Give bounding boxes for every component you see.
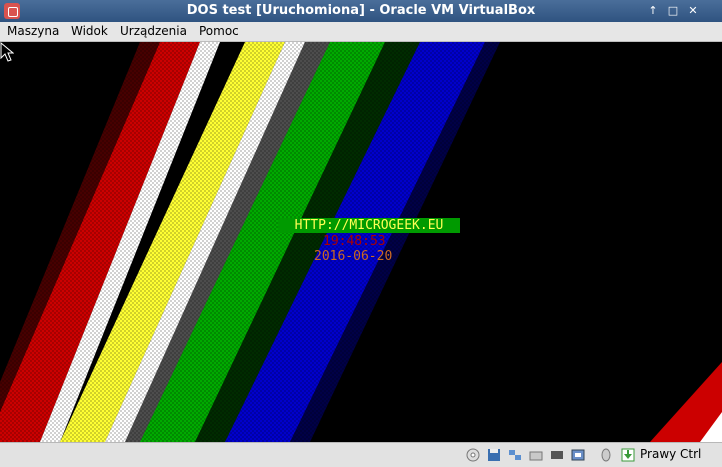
title-bar: DOS test [Uruchomiona] - Oracle VM Virtu… (0, 0, 722, 22)
floppy-icon[interactable] (487, 448, 501, 462)
dos-url-text: HTTP://MICROGEEK.EU (278, 218, 460, 233)
shared-folder-icon[interactable] (529, 448, 543, 462)
status-bar: Prawy Ctrl (0, 442, 722, 467)
close-icon[interactable]: ✕ (686, 4, 700, 18)
dos-date-text: 2016-06-20 (314, 249, 393, 264)
optical-drive-icon[interactable] (466, 448, 480, 462)
mouse-pointer-icon (0, 42, 14, 62)
keyboard-capture-icon[interactable] (621, 448, 635, 462)
menu-urzadzenia[interactable]: Urządzenia (120, 24, 187, 38)
network-icon[interactable] (508, 448, 522, 462)
dos-time-text: 19:48:53 (323, 234, 386, 249)
vm-screen[interactable]: HTTP://MICROGEEK.EU 19:48:53 2016-06-20 (0, 42, 722, 442)
restore-icon[interactable]: □ (666, 4, 680, 18)
menu-pomoc[interactable]: Pomoc (199, 24, 239, 38)
menu-maszyna[interactable]: Maszyna (7, 24, 59, 38)
video-capture-icon[interactable] (571, 448, 585, 462)
menu-widok[interactable]: Widok (71, 24, 108, 38)
display-icon[interactable] (550, 448, 564, 462)
host-key-label: Prawy Ctrl (640, 447, 702, 461)
maximize-up-icon[interactable]: ↑ (646, 4, 660, 18)
mouse-integration-icon[interactable] (599, 448, 613, 462)
menu-bar: Maszyna Widok Urządzenia Pomoc (0, 22, 722, 42)
window-title: DOS test [Uruchomiona] - Oracle VM Virtu… (186, 3, 536, 18)
